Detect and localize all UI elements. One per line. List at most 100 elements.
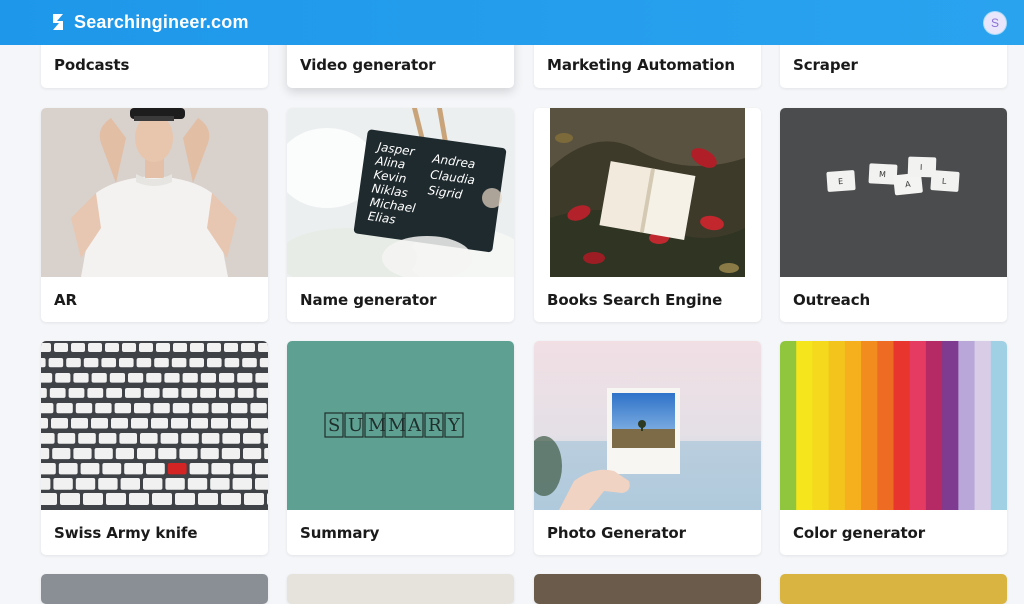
stadium-seat — [136, 358, 152, 368]
s-logo-icon — [53, 14, 63, 30]
card-outreach[interactable]: E M A I L Outreach — [780, 108, 1007, 322]
stadium-seat — [200, 373, 216, 383]
stadium-seat — [41, 463, 56, 475]
stadium-seat — [41, 343, 51, 352]
stadium-seat — [41, 403, 54, 414]
card-label: Photo Generator — [547, 524, 686, 542]
stadium-seat — [139, 343, 153, 352]
stadium-seat — [125, 388, 141, 398]
color-strip — [877, 341, 894, 510]
color-strip — [909, 341, 927, 510]
svg-text:R: R — [428, 415, 442, 436]
brand-link[interactable]: Searchingineer.com — [50, 11, 249, 33]
card-label: Summary — [300, 524, 380, 542]
stadium-seat — [211, 403, 228, 414]
card-next-row[interactable] — [287, 574, 514, 604]
card-next-row[interactable] — [534, 574, 761, 604]
stadium-seat — [232, 478, 252, 490]
svg-text:M: M — [388, 415, 406, 436]
card-label: Outreach — [793, 291, 871, 309]
stadium-seat — [41, 388, 47, 398]
stadium-seat — [167, 463, 187, 475]
stadium-seat — [106, 493, 126, 505]
stadium-seat — [60, 493, 80, 505]
stadium-seat — [52, 448, 71, 460]
stadium-seat — [242, 358, 257, 368]
card-label: Books Search Engine — [547, 291, 723, 309]
stamp-letter: S — [324, 412, 344, 438]
card-swiss-army-knife[interactable]: Swiss Army knife — [41, 341, 268, 555]
card-next-row[interactable] — [780, 574, 1007, 604]
stadium-seat — [191, 418, 208, 429]
tile-letter: I — [920, 163, 923, 172]
stadium-seat — [115, 448, 134, 460]
stadium-seat — [153, 403, 170, 414]
stadium-seat — [264, 448, 268, 460]
svg-text:U: U — [348, 415, 363, 436]
stadium-seat — [201, 433, 220, 444]
card-label: Podcasts — [54, 56, 130, 74]
stamp-letter: M — [384, 412, 406, 438]
color-strip — [796, 341, 813, 510]
stadium-seat — [160, 433, 179, 444]
stadium-seat — [243, 433, 261, 444]
stadium-seat — [219, 373, 235, 383]
color-strip — [861, 341, 878, 510]
user-avatar[interactable]: S — [984, 12, 1006, 34]
stadium-seat — [179, 448, 198, 460]
stadium-seat — [71, 418, 88, 429]
color-swatches-thumbnail — [780, 341, 1007, 510]
card-color-generator[interactable]: Color generator — [780, 341, 1007, 555]
card-books-search-engine[interactable]: Books Search Engine — [534, 108, 761, 322]
stadium-seat — [237, 388, 254, 398]
stadium-seat — [200, 448, 219, 460]
card-label: Color generator — [793, 524, 926, 542]
stadium-seat — [211, 463, 231, 475]
color-strip — [990, 341, 1007, 510]
stadium-seat — [241, 343, 255, 352]
card-next-row[interactable] — [41, 574, 268, 604]
svg-text:S: S — [328, 415, 340, 436]
stadium-seat — [219, 388, 235, 398]
card-ar[interactable]: AR — [41, 108, 268, 322]
card-label: Name generator — [300, 291, 437, 309]
books-thumbnail — [534, 108, 761, 277]
stadium-seat — [258, 343, 268, 352]
card-name-generator[interactable]: Jasper Alina Kevin Niklas Michael Elias … — [287, 108, 514, 322]
polaroid-thumbnail — [534, 341, 761, 510]
brand-name: Searchingineer.com — [74, 11, 249, 32]
stadium-seat — [75, 403, 93, 414]
stadium-seat — [140, 433, 158, 444]
stamp-letter: U — [344, 412, 364, 438]
stadium-seat — [165, 478, 185, 490]
stadium-seat — [200, 388, 216, 398]
stadium-seat — [263, 433, 268, 444]
stadium-seat — [91, 373, 107, 383]
stadium-seat — [41, 478, 51, 490]
stadium-seat — [101, 358, 116, 368]
stadium-seat — [124, 463, 143, 475]
card-summary[interactable]: SUMMARY Summary — [287, 341, 514, 555]
stadium-seat — [173, 343, 187, 352]
color-strip — [844, 341, 862, 510]
summary-thumbnail: SUMMARY — [287, 341, 514, 510]
svg-text:A: A — [407, 415, 422, 436]
stadium-seat — [88, 343, 102, 352]
stadium-seat — [41, 373, 53, 383]
stadium-seat — [231, 418, 248, 429]
stadium-seat — [51, 418, 68, 429]
card-photo-generator[interactable]: Photo Generator — [534, 341, 761, 555]
stadium-seat — [53, 478, 73, 490]
stadium-seat — [129, 493, 149, 505]
stadium-seat — [41, 358, 46, 368]
stadium-seat — [58, 463, 78, 475]
stadium-seat — [146, 463, 165, 475]
stadium-seat — [106, 388, 122, 398]
stadium-seat — [259, 358, 268, 368]
color-strip — [828, 341, 846, 510]
stadium-seat — [175, 493, 195, 505]
stadium-seat — [154, 358, 169, 368]
stadium-seat — [237, 373, 253, 383]
stadium-seat — [114, 403, 131, 414]
avatar-initial: S — [990, 16, 999, 30]
